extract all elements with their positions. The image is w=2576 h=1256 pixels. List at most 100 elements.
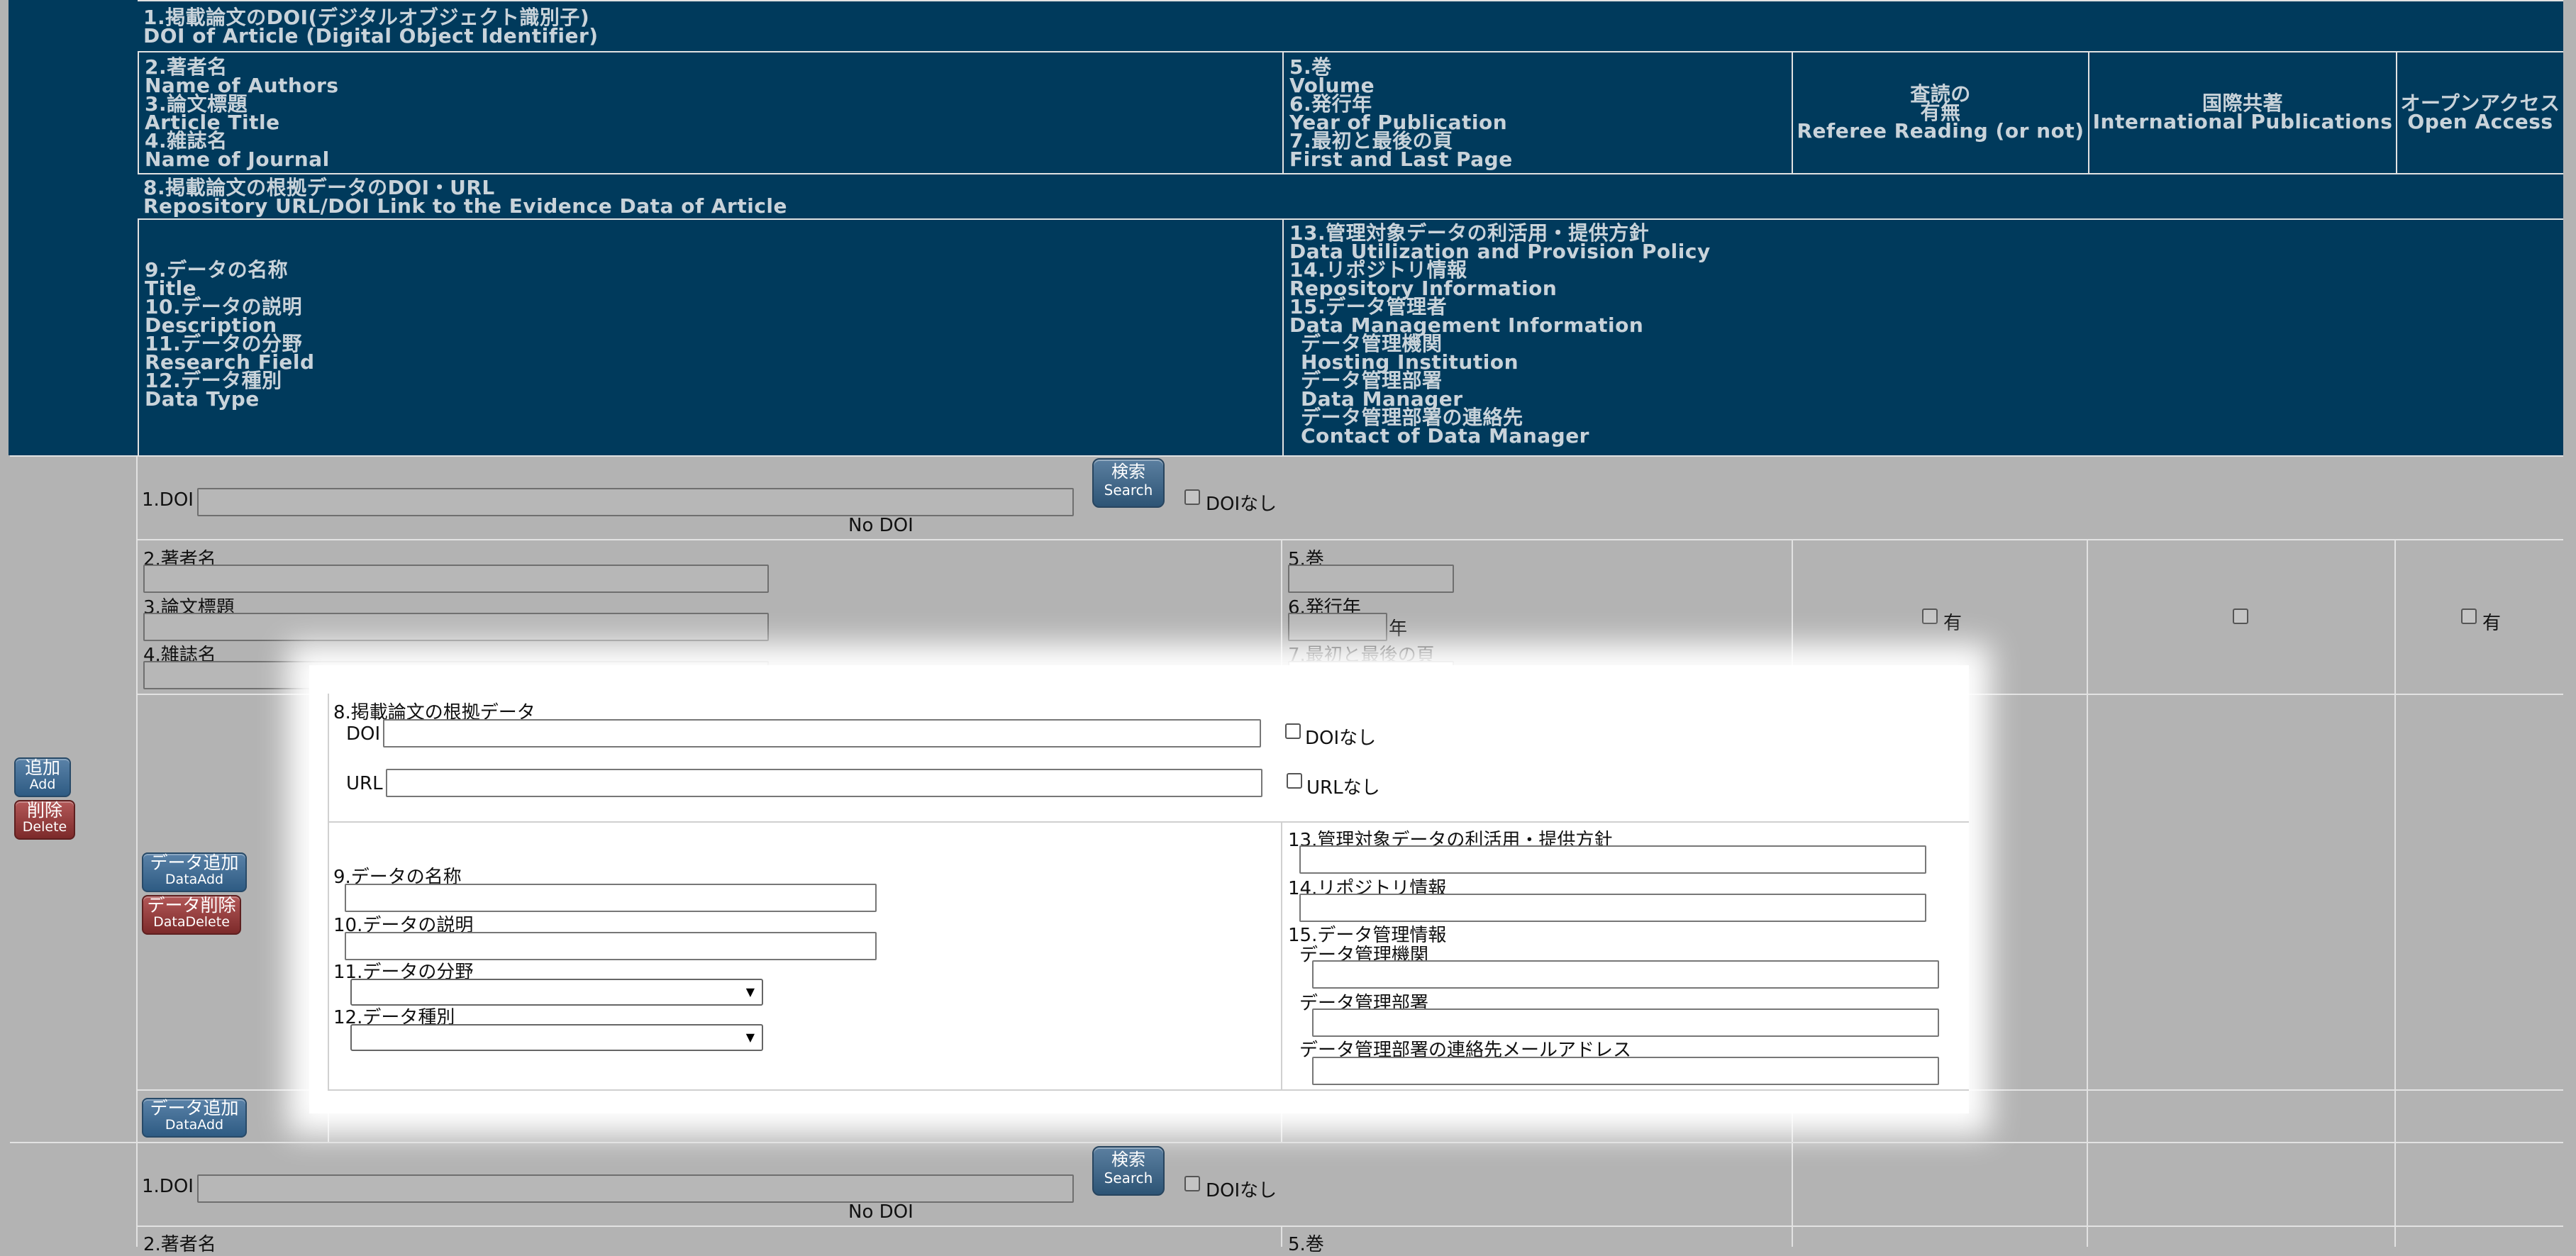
record2-doi-label: 1.DOI — [142, 1176, 194, 1197]
record2-volume-label: 5.巻 — [1288, 1234, 1324, 1255]
data-add-button[interactable]: データ追加 DataAdd — [142, 852, 247, 892]
data-delete-button-en: DataDelete — [153, 914, 230, 930]
header-authors-cell: 2.著者名 Name of Authors 3.論文標題 Article Tit… — [138, 51, 1282, 173]
col-divider-open — [2394, 539, 2396, 1247]
evidence-bottom-hline — [329, 1089, 1969, 1091]
header-intl-en: International Publications — [2092, 110, 2393, 133]
no-doi-checkbox[interactable] — [1184, 489, 1200, 505]
add-button[interactable]: 追加 Add — [14, 757, 71, 797]
data-add-button-2[interactable]: データ追加 DataAdd — [142, 1098, 247, 1138]
record2-divider-top — [10, 1142, 2563, 1143]
header-evidence-en: Repository URL/DOI Link to the Evidence … — [143, 194, 788, 218]
record2-divider-2 — [138, 1226, 2563, 1227]
header-data-right-cell: 13.管理対象データの利活用・提供方針 Data Utilization and… — [1282, 218, 2563, 455]
record2-search-ja: 検索 — [1111, 1150, 1145, 1169]
record2-search-en: Search — [1104, 1169, 1153, 1186]
row-divider-1 — [138, 539, 2563, 540]
record2-no-doi-text: No DOI — [848, 1201, 914, 1223]
open-access-checkbox[interactable] — [2461, 608, 2477, 624]
record2-no-doi-checkbox-label: DOIなし — [1206, 1180, 1277, 1201]
intl-checkbox[interactable] — [2233, 608, 2248, 624]
delete-button[interactable]: 削除 Delete — [14, 800, 75, 840]
left-margin-header — [0, 0, 9, 1247]
evidence-vline — [328, 694, 329, 1091]
evidence-url-label: URL — [346, 773, 383, 794]
add-button-ja: 追加 — [24, 757, 60, 778]
record2-no-doi-checkbox[interactable] — [1184, 1176, 1200, 1191]
header-open-cell: オープンアクセス Open Access — [2396, 51, 2563, 173]
header-referee-cell: 査読の 有無 Referee Reading (or not) — [1792, 51, 2088, 173]
header-doi-cell: 1.掲載論文のDOI(デジタルオブジェクト識別子) DOI of Article… — [138, 0, 2563, 51]
search-button[interactable]: 検索 Search — [1092, 458, 1165, 508]
data-add-button-en: DataAdd — [165, 872, 224, 887]
data-delete-button-ja: データ削除 — [147, 895, 236, 916]
header-data-name-en: Title — [145, 277, 197, 300]
contact-input[interactable] — [1312, 1057, 1939, 1085]
evidence-doi-label: DOI — [346, 723, 381, 745]
header-data-type-en: Data Type — [145, 387, 260, 411]
open-yes-label: 有 — [2482, 613, 2502, 634]
header-hosting-en: Hosting Institution — [1301, 350, 1519, 374]
dept-input[interactable] — [1312, 1008, 1939, 1037]
header-doi-en: DOI of Article (Digital Object Identifie… — [143, 24, 599, 48]
year-input[interactable] — [1288, 613, 1387, 641]
evidence-no-doi-label: DOIなし — [1305, 728, 1377, 749]
evidence-no-doi-checkbox[interactable] — [1285, 723, 1301, 739]
hosting-input[interactable] — [1312, 960, 1939, 989]
record2-doi-input[interactable] — [197, 1174, 1074, 1203]
delete-button-en: Delete — [22, 819, 67, 835]
data-delete-button[interactable]: データ削除 DataDelete — [142, 895, 241, 935]
no-doi-text: No DOI — [848, 515, 914, 536]
evidence-doi-input[interactable] — [383, 719, 1261, 748]
repository-input[interactable] — [1299, 894, 1926, 922]
policy-input[interactable] — [1299, 845, 1926, 874]
data-add-button-ja: データ追加 — [150, 852, 239, 873]
record2-authors-label: 2.著者名 — [143, 1234, 216, 1255]
header-manager-en: Data Management Information — [1289, 313, 1644, 337]
header-data-name-ja: 9.データの名称 — [145, 258, 289, 282]
body-divider-top — [10, 455, 2563, 457]
left-col-divider — [136, 455, 138, 1247]
year-suffix: 年 — [1389, 618, 1408, 640]
evidence-url-input[interactable] — [386, 769, 1262, 797]
header-data-type-ja: 12.データ種別 — [145, 369, 282, 392]
record2-col-divider — [1281, 1226, 1282, 1247]
evidence-mid-vline — [1281, 823, 1282, 1091]
header-evidence-cell: 8.掲載論文の根拠データのDOI・URL Repository URL/DOI … — [138, 173, 2563, 218]
header-data-desc-ja: 10.データの説明 — [145, 295, 303, 318]
data-desc-input[interactable] — [345, 932, 877, 960]
data-add-button-2-ja: データ追加 — [150, 1098, 239, 1118]
data-field-select[interactable]: ▼ — [350, 979, 763, 1006]
search-button-en: Search — [1104, 482, 1153, 499]
search-button-ja: 検索 — [1111, 462, 1145, 482]
evidence-no-url-checkbox[interactable] — [1287, 773, 1302, 789]
chevron-down-icon: ▼ — [745, 1030, 755, 1044]
authors-input[interactable] — [143, 565, 769, 593]
doi-input[interactable] — [197, 488, 1074, 516]
header-referee-3: Referee Reading (or not) — [1797, 119, 2084, 143]
data-name-input[interactable] — [345, 884, 877, 912]
referee-checkbox[interactable] — [1922, 608, 1938, 624]
data-add-button-2-en: DataAdd — [165, 1117, 224, 1133]
no-doi-checkbox-label: DOIなし — [1206, 494, 1277, 515]
delete-button-ja: 削除 — [26, 800, 62, 821]
header-volume-cell: 5.巻 Volume 6.発行年 Year of Publication 7.最… — [1282, 51, 1792, 173]
header-authors-en: Name of Authors — [145, 74, 339, 97]
title-input[interactable] — [143, 613, 769, 641]
header-policy-en: Data Utilization and Provision Policy — [1289, 240, 1711, 263]
header-data-desc-en: Description — [145, 313, 277, 337]
record2-search-button[interactable]: 検索 Search — [1092, 1146, 1165, 1196]
header-pages-en: First and Last Page — [1289, 148, 1513, 171]
evidence-no-url-label: URLなし — [1306, 777, 1380, 799]
header-repo-en: Repository Information — [1289, 277, 1558, 300]
header-journal-en: Name of Journal — [145, 148, 330, 171]
header-open-en: Open Access — [2407, 110, 2553, 133]
header-left-column — [10, 0, 136, 455]
doi-label: 1.DOI — [142, 489, 194, 511]
evidence-hline — [329, 821, 1969, 823]
header-title-en: Article Title — [145, 111, 280, 134]
col-divider-intl — [2087, 539, 2088, 1247]
volume-input[interactable] — [1288, 565, 1454, 593]
data-type-select[interactable]: ▼ — [350, 1024, 763, 1051]
header-contact-en: Contact of Data Manager — [1301, 424, 1589, 448]
